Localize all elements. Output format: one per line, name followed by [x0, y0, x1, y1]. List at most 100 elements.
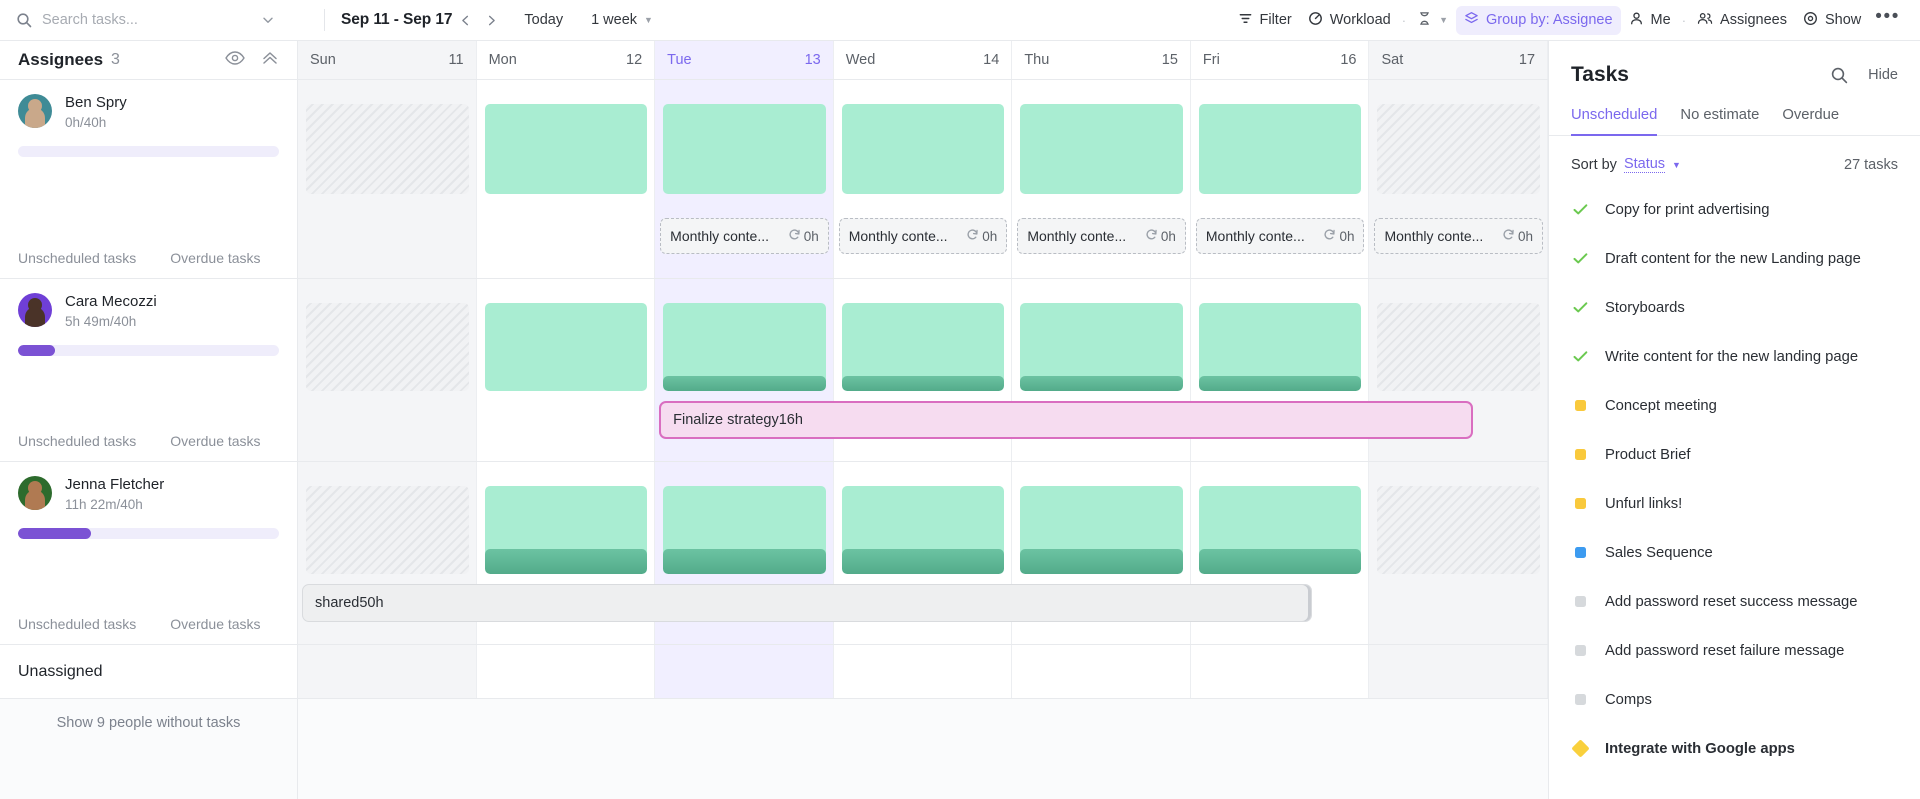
day-header[interactable]: Thu15 [1012, 41, 1191, 79]
zoom-level-selector[interactable]: 1 week ▼ [585, 8, 659, 32]
day-cell[interactable] [1369, 462, 1548, 644]
task-label: Add password reset failure message [1605, 643, 1844, 659]
next-period-button[interactable] [478, 7, 504, 33]
task-chip-label: Monthly conte... [849, 228, 961, 244]
task-chip-estimate: 0h [1339, 229, 1354, 244]
search-filter-chevron-down-icon[interactable] [257, 9, 279, 31]
task-list-item[interactable]: Comps [1549, 675, 1920, 724]
day-header[interactable]: Sun11 [298, 41, 477, 79]
search-input[interactable] [42, 12, 257, 28]
unscheduled-tasks-link[interactable]: Unscheduled tasks [18, 433, 136, 449]
avatar[interactable] [18, 476, 52, 510]
day-header[interactable]: Fri16 [1191, 41, 1370, 79]
day-cell[interactable] [1191, 645, 1370, 698]
task-chip[interactable]: Monthly conte...0h [1017, 218, 1186, 254]
task-list-item[interactable]: Draft content for the new Landing page [1549, 234, 1920, 283]
scheduled-capacity-fill [663, 549, 826, 574]
overdue-tasks-link[interactable]: Overdue tasks [170, 250, 260, 266]
day-cell[interactable] [298, 279, 477, 461]
capacity-bar [18, 528, 279, 539]
status-complete-icon[interactable] [1571, 201, 1589, 218]
day-header[interactable]: Mon12 [477, 41, 656, 79]
top-toolbar: Sep 11 - Sep 17 Today 1 week ▼ Filter [0, 0, 1920, 41]
status-square-icon[interactable] [1571, 498, 1589, 509]
status-square-icon[interactable] [1571, 400, 1589, 411]
assignee-hours: 0h/40h [65, 115, 127, 130]
task-bar[interactable]: Finalize strategy16h [659, 401, 1472, 439]
task-list-item[interactable]: Add password reset failure message [1549, 626, 1920, 675]
task-list-item[interactable]: Integrate with Google apps [1549, 724, 1920, 773]
assignees-header: Assignees 3 [0, 41, 297, 80]
collapse-all-icon[interactable] [261, 50, 279, 71]
overdue-tasks-link[interactable]: Overdue tasks [170, 433, 260, 449]
task-list-item[interactable]: Storyboards [1549, 283, 1920, 332]
task-chip[interactable]: Monthly conte...0h [839, 218, 1008, 254]
day-header[interactable]: Wed14 [834, 41, 1013, 79]
task-list-item[interactable]: Sales Sequence [1549, 528, 1920, 577]
show-people-without-tasks-button[interactable]: Show 9 people without tasks [57, 715, 241, 731]
day-cell[interactable] [477, 645, 656, 698]
status-complete-icon[interactable] [1571, 348, 1589, 365]
task-label: Write content for the new landing page [1605, 349, 1858, 365]
sidebar-footer: Show 9 people without tasks [0, 699, 297, 799]
status-complete-icon[interactable] [1571, 250, 1589, 267]
chip-slot: Monthly conte...0h [834, 218, 1013, 254]
status-milestone-icon[interactable] [1571, 742, 1589, 755]
task-list-item[interactable]: Copy for print advertising [1549, 185, 1920, 234]
task-chip[interactable]: Monthly conte...0h [1196, 218, 1365, 254]
show-button[interactable]: Show [1795, 6, 1869, 35]
day-cell[interactable] [1369, 645, 1548, 698]
assignee-block[interactable]: Jenna Fletcher11h 22m/40hUnscheduled tas… [0, 462, 297, 645]
today-button[interactable]: Today [518, 8, 569, 32]
day-header[interactable]: Sat17 [1369, 41, 1548, 79]
day-number: 15 [1162, 52, 1178, 68]
task-list-item[interactable]: Unfurl links! [1549, 479, 1920, 528]
task-list-item[interactable]: Write content for the new landing page [1549, 332, 1920, 381]
task-list-item[interactable]: Concept meeting [1549, 381, 1920, 430]
chevron-down-icon[interactable]: ▼ [1672, 160, 1681, 170]
avatar[interactable] [18, 94, 52, 128]
group-by-button[interactable]: Group by: Assignee [1456, 6, 1621, 35]
day-cell[interactable] [1012, 645, 1191, 698]
day-cell[interactable] [834, 645, 1013, 698]
day-cell[interactable] [655, 645, 834, 698]
assignee-timeline-row: Finalize strategy16h [298, 279, 1548, 462]
assignee-block[interactable]: Cara Mecozzi5h 49m/40hUnscheduled tasksO… [0, 279, 297, 462]
day-cell[interactable] [477, 279, 656, 461]
unscheduled-tasks-link[interactable]: Unscheduled tasks [18, 250, 136, 266]
unassigned-group-row[interactable]: Unassigned [0, 645, 297, 699]
status-square-icon[interactable] [1571, 645, 1589, 656]
workload-button[interactable]: Workload [1300, 6, 1399, 35]
task-chip[interactable]: Monthly conte...0h [660, 218, 829, 254]
time-estimate-button[interactable]: ▼ [1409, 6, 1456, 35]
hide-panel-button[interactable]: Hide [1868, 67, 1898, 83]
task-list-item[interactable]: Add password reset success message [1549, 577, 1920, 626]
assignee-block[interactable]: Ben Spry0h/40hUnscheduled tasksOverdue t… [0, 80, 297, 279]
tasks-tab[interactable]: Unscheduled [1571, 107, 1657, 136]
unscheduled-tasks-link[interactable]: Unscheduled tasks [18, 616, 136, 632]
avatar[interactable] [18, 293, 52, 327]
eye-icon[interactable] [225, 51, 245, 70]
day-header[interactable]: Tue13 [655, 41, 834, 79]
task-chip[interactable]: Monthly conte...0h [1374, 218, 1543, 254]
assignees-button[interactable]: Assignees [1689, 6, 1795, 35]
filter-button[interactable]: Filter [1230, 6, 1300, 35]
tasks-tab[interactable]: Overdue [1782, 107, 1839, 136]
status-square-icon[interactable] [1571, 596, 1589, 607]
status-square-icon[interactable] [1571, 449, 1589, 460]
status-square-icon[interactable] [1571, 547, 1589, 558]
sort-by-value[interactable]: Status [1624, 156, 1665, 173]
person-icon [1629, 11, 1644, 30]
tasks-search-icon[interactable] [1830, 66, 1848, 84]
me-button[interactable]: Me [1621, 6, 1679, 35]
task-list-item[interactable]: Product Brief [1549, 430, 1920, 479]
status-square-icon[interactable] [1571, 694, 1589, 705]
overdue-tasks-link[interactable]: Overdue tasks [170, 616, 260, 632]
status-complete-icon[interactable] [1571, 299, 1589, 316]
day-headers: Sun11Mon12Tue13Wed14Thu15Fri16Sat17 [298, 41, 1548, 80]
prev-period-button[interactable] [452, 7, 478, 33]
more-options-button[interactable]: ••• [1869, 6, 1906, 34]
task-bar[interactable]: shared50h [302, 584, 1312, 622]
day-cell[interactable] [298, 645, 477, 698]
tasks-tab[interactable]: No estimate [1680, 107, 1759, 136]
